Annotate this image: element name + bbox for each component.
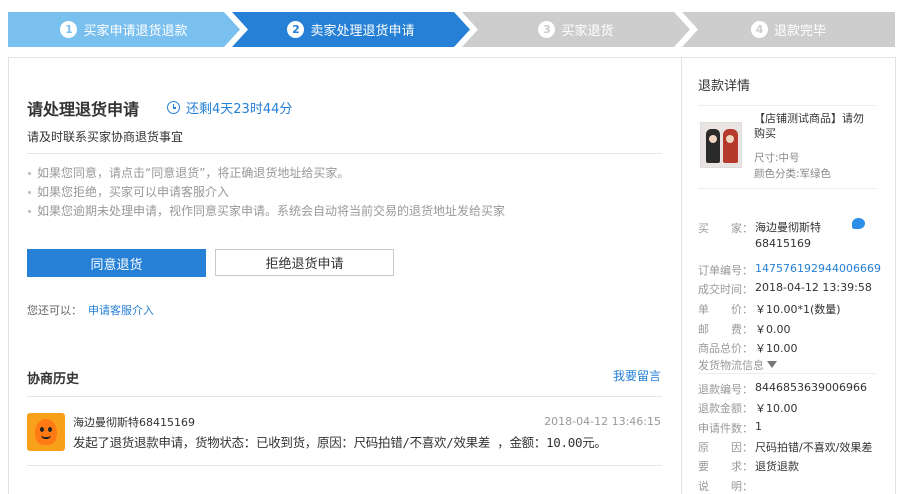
postage-row: 邮 费： ￥0.00 xyxy=(698,321,791,337)
total-value: ￥10.00 xyxy=(755,342,798,355)
refund-details-panel: 退款详情 【店铺测试商品】请勿购买 尺寸:中号 颜色分类:军绿色 买 家： 海边… xyxy=(683,58,895,494)
history-user: 海边曼彻斯特68415169 xyxy=(73,416,195,429)
refund-amount-value: ￥10.00 xyxy=(755,402,798,415)
wangwang-chat-icon[interactable] xyxy=(852,218,865,229)
history-text: 发起了退货退款申请，货物状态：已收到货，原因：尺码拍错/不喜欢/效果差 ，金额：… xyxy=(73,435,607,450)
request-service-link[interactable]: 申请客服介入 xyxy=(88,304,154,317)
unit-price-value: ￥10.00*1(数量) xyxy=(755,303,841,316)
refund-details-title: 退款详情 xyxy=(698,79,751,94)
request-value: 退货退款 xyxy=(755,460,799,473)
page-title: 请处理退货申请 xyxy=(27,100,140,119)
step-2: 2 卖家处理退货申请 xyxy=(232,12,470,47)
apply-count-key: 申请件数： xyxy=(698,422,753,435)
also-options: 您还可以： 申请客服介入 xyxy=(27,302,154,318)
reason-value: 尺码拍错/不喜欢/效果差 xyxy=(755,441,873,454)
total-row: 商品总价： ￥10.00 xyxy=(698,340,798,356)
history-time: 2018-04-12 13:46:15 xyxy=(544,415,661,428)
progress-steps: 1 买家申请退货退款 2 卖家处理退货申请 3 买家退货 4 退款完毕 xyxy=(8,12,895,48)
product-color: 颜色分类:军绿色 xyxy=(754,168,832,180)
product-name-link[interactable]: 【店铺测试商品】请勿购买 xyxy=(754,111,874,141)
deal-time-value: 2018-04-12 13:39:58 xyxy=(755,281,872,294)
also-label: 您还可以： xyxy=(27,304,82,317)
history-title: 协商历史 xyxy=(27,372,80,387)
refund-action-panel: 请处理退货申请 还剩4天23时44分 请及时联系买家协商退货事宜 如果您同意，请… xyxy=(9,58,682,494)
divider xyxy=(698,188,876,189)
countdown-timer: 还剩4天23时44分 xyxy=(167,98,292,117)
divider xyxy=(698,373,876,374)
refund-no-value: 8446853639006966 xyxy=(755,381,867,394)
main-panel: 请处理退货申请 还剩4天23时44分 请及时联系买家协商退货事宜 如果您同意，请… xyxy=(8,57,896,494)
unit-price-key: 单 价： xyxy=(698,303,753,316)
divider xyxy=(27,153,662,154)
agree-return-button[interactable]: 同意退货 xyxy=(27,249,206,277)
buyer-row: 买 家： 海边曼彻斯特68415169 xyxy=(698,220,860,252)
order-no-link[interactable]: 147576192944006669 xyxy=(755,262,881,278)
product-thumbnail[interactable] xyxy=(700,122,742,168)
step-3: 3 买家退货 xyxy=(462,12,690,47)
buyer-key: 买 家： xyxy=(698,222,753,235)
unit-price-row: 单 价： ￥10.00*1(数量) xyxy=(698,301,841,317)
request-row: 要 求： 退货退款 xyxy=(698,458,799,474)
step-2-number: 2 xyxy=(287,21,304,38)
deal-time-row: 成交时间： 2018-04-12 13:39:58 xyxy=(698,281,872,297)
order-no-key: 订单编号： xyxy=(698,264,753,277)
tip-item: 如果您同意，请点击“同意退货”，将正确退货地址给买家。 xyxy=(27,164,505,183)
shipping-info-label: 发货物流信息 xyxy=(698,359,764,372)
subtitle: 请及时联系买家协商退货事宜 xyxy=(27,130,184,144)
divider xyxy=(698,105,876,106)
step-4-label: 退款完毕 xyxy=(773,24,826,39)
refund-no-key: 退款编号： xyxy=(698,383,753,396)
shipping-info-toggle[interactable]: 发货物流信息 xyxy=(698,357,777,373)
deal-time-key: 成交时间： xyxy=(698,283,753,296)
apply-count-row: 申请件数： 1 xyxy=(698,420,762,436)
buyer-value: 海边曼彻斯特68415169 xyxy=(755,221,821,250)
leave-message-link[interactable]: 我要留言 xyxy=(613,367,661,384)
reason-key: 原 因： xyxy=(698,441,753,454)
request-key: 要 求： xyxy=(698,460,753,473)
refund-no-row: 退款编号： 8446853639006966 xyxy=(698,381,867,397)
step-1-number: 1 xyxy=(60,21,77,38)
tip-item: 如果您逾期未处理申请，视作同意买家申请。系统会自动将当前交易的退货地址发给买家 xyxy=(27,202,505,221)
countdown-text: 还剩4天23时44分 xyxy=(186,102,293,117)
clock-icon xyxy=(167,101,180,114)
tip-item: 如果您拒绝，买家可以申请客服介入 xyxy=(27,183,505,202)
divider xyxy=(27,465,662,466)
avatar xyxy=(27,413,65,451)
step-4-number: 4 xyxy=(750,21,768,38)
step-3-label: 买家退货 xyxy=(561,24,614,39)
apply-count-value: 1 xyxy=(755,420,762,433)
reason-row: 原 因： 尺码拍错/不喜欢/效果差 xyxy=(698,439,872,455)
step-2-label: 卖家处理退货申请 xyxy=(310,24,415,39)
refund-amount-key: 退款金额： xyxy=(698,402,753,415)
chevron-down-icon xyxy=(767,361,777,368)
divider xyxy=(27,396,662,397)
step-4: 4 退款完毕 xyxy=(682,12,895,47)
tips-list: 如果您同意，请点击“同意退货”，将正确退货地址给买家。 如果您拒绝，买家可以申请… xyxy=(27,164,505,221)
product-size: 尺寸:中号 xyxy=(754,152,800,164)
reject-return-button[interactable]: 拒绝退货申请 xyxy=(215,249,394,276)
step-1-label: 买家申请退货退款 xyxy=(83,24,188,39)
order-no-row: 订单编号： 147576192944006669 xyxy=(698,262,881,278)
postage-value: ￥0.00 xyxy=(755,323,791,336)
step-1: 1 买家申请退货退款 xyxy=(8,12,240,47)
refund-amount-row: 退款金额： ￥10.00 xyxy=(698,400,798,416)
total-key: 商品总价： xyxy=(698,342,753,355)
step-3-number: 3 xyxy=(538,21,555,38)
description-key: 说 明： xyxy=(698,480,753,493)
description-row: 说 明： xyxy=(698,478,755,494)
postage-key: 邮 费： xyxy=(698,323,753,336)
